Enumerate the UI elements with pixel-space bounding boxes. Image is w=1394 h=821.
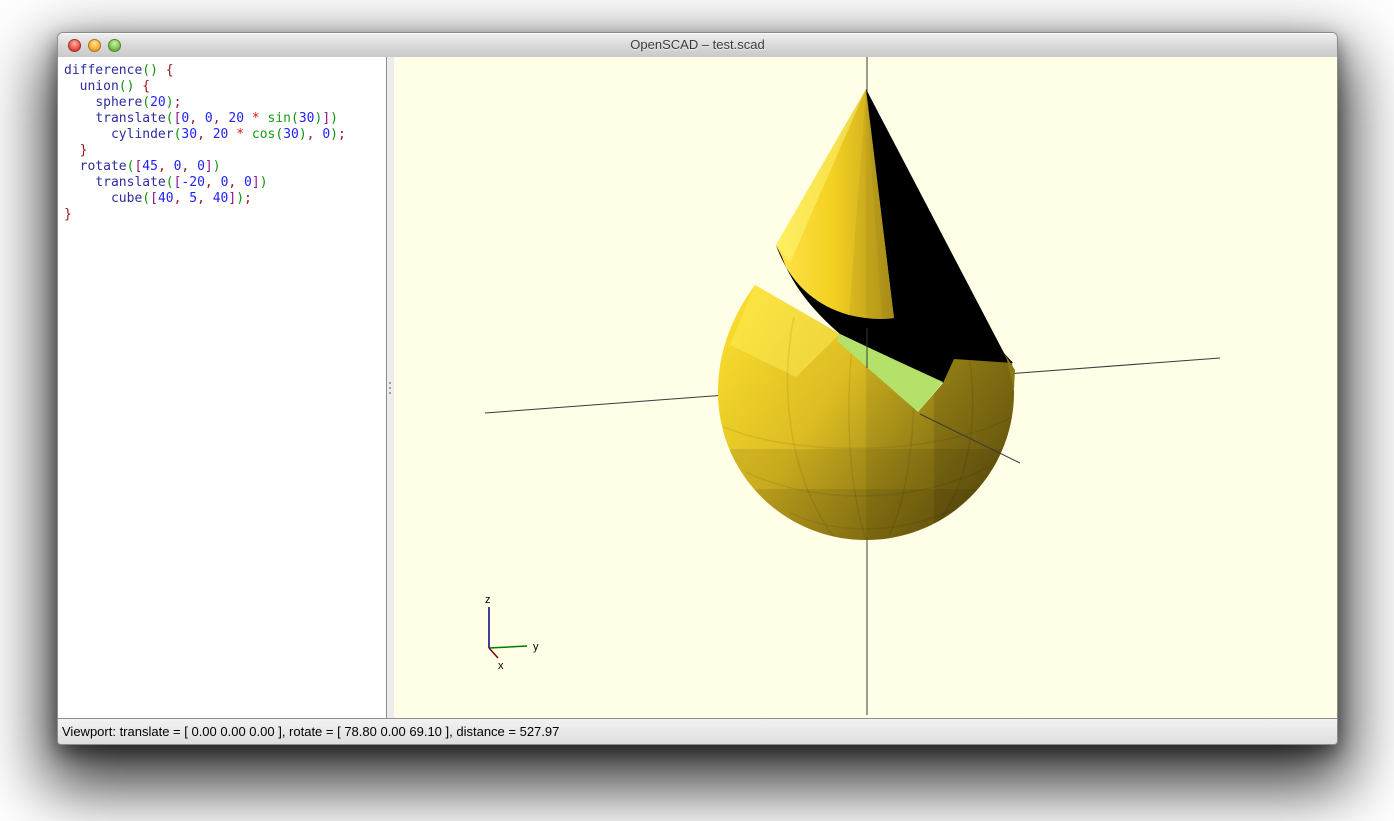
indicator-z-label: z: [485, 594, 491, 606]
code-line: rotate([45, 0, 0]): [64, 159, 386, 175]
viewport-status-text: Viewport: translate = [ 0.00 0.00 0.00 ]…: [62, 724, 559, 739]
screenshot-canvas: { "window": { "title": "OpenSCAD – test.…: [0, 0, 1394, 821]
indicator-x-axis: [489, 648, 498, 658]
openscad-window: OpenSCAD – test.scad difference() { unio…: [57, 32, 1338, 745]
code-line: }: [64, 207, 386, 223]
code-line: sphere(20);: [64, 95, 386, 111]
status-bar: Viewport: translate = [ 0.00 0.00 0.00 ]…: [58, 718, 1337, 744]
code-line: }: [64, 143, 386, 159]
code-line: translate([-20, 0, 0]): [64, 175, 386, 191]
code-line: cube([40, 5, 40]);: [64, 191, 386, 207]
code-line: difference() {: [64, 63, 386, 79]
axis-indicator: z y x: [485, 594, 539, 672]
indicator-x-label: x: [498, 660, 504, 672]
main-content: difference() { union() { sphere(20); tra…: [58, 57, 1337, 718]
code-line: cylinder(30, 20 * cos(30), 0);: [64, 127, 386, 143]
splitter-grip-icon: [388, 381, 393, 395]
indicator-y-label: y: [533, 641, 539, 653]
3d-viewport[interactable]: z y x: [394, 57, 1337, 718]
3d-render: z y x: [394, 57, 1337, 718]
code-line: union() {: [64, 79, 386, 95]
code-editor[interactable]: difference() { union() { sphere(20); tra…: [58, 57, 386, 718]
pane-splitter[interactable]: [386, 57, 394, 718]
window-title: OpenSCAD – test.scad: [58, 33, 1337, 57]
indicator-y-axis: [489, 646, 527, 648]
title-bar[interactable]: OpenSCAD – test.scad: [58, 33, 1337, 58]
code-line: translate([0, 0, 20 * sin(30)]): [64, 111, 386, 127]
